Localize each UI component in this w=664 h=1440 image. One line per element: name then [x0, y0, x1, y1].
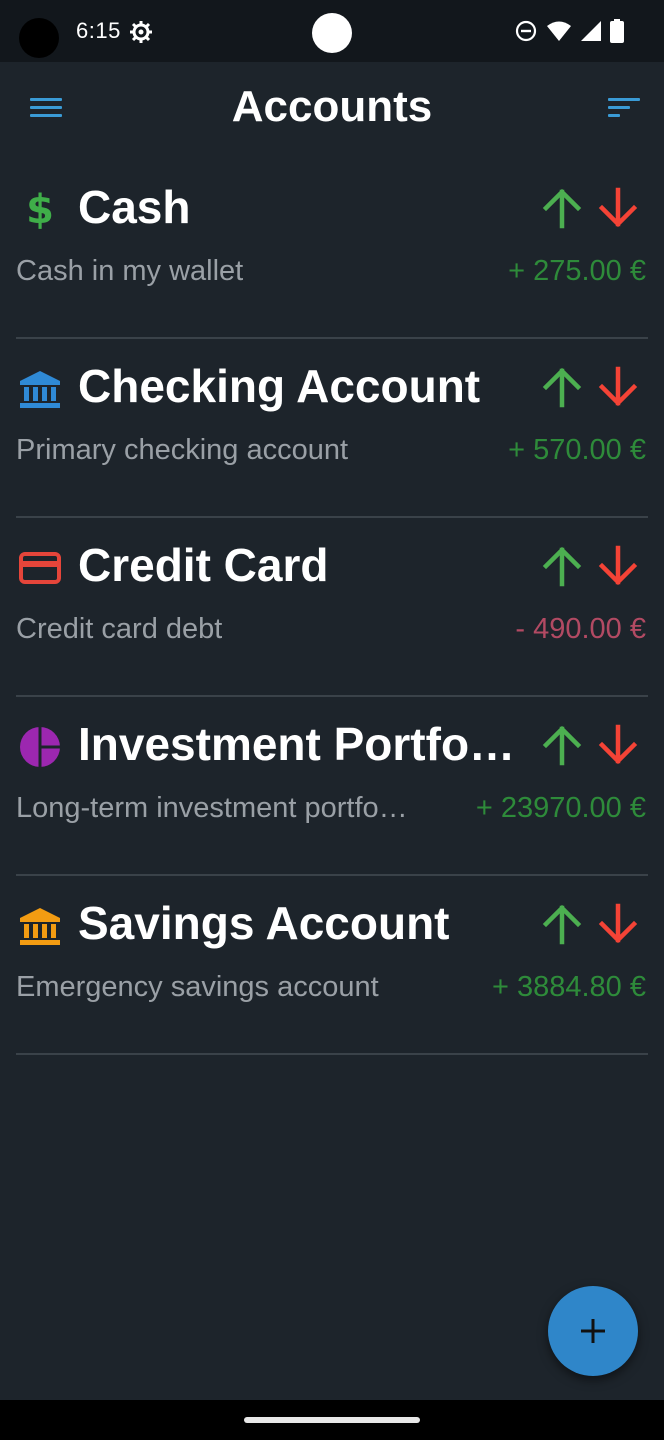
account-description: Primary checking account [16, 434, 349, 466]
status-icons [514, 19, 624, 43]
income-arrow-icon[interactable] [540, 902, 584, 946]
account-name: Cash [78, 181, 191, 233]
account-item-credit-card[interactable]: Credit Card Credit card debt - 490.00 € [16, 518, 648, 697]
add-account-button[interactable] [548, 1286, 638, 1376]
account-description: Emergency savings account [16, 971, 379, 1003]
account-balance: + 3884.80 € [491, 971, 646, 1003]
expense-arrow-icon[interactable] [596, 544, 640, 588]
account-list: $ Cash Cash in my wallet + 275.00 € Chec… [16, 160, 648, 1055]
gear-icon [130, 21, 152, 43]
pie-chart-icon [16, 725, 64, 769]
wifi-icon [547, 21, 571, 41]
income-arrow-icon[interactable] [540, 186, 584, 230]
account-name: Investment Portfol… [78, 718, 524, 770]
account-description: Cash in my wallet [16, 255, 244, 287]
system-nav-bar [0, 1400, 664, 1440]
account-balance: + 570.00 € [508, 434, 646, 466]
account-balance: + 275.00 € [508, 255, 646, 287]
account-name: Savings Account [78, 897, 450, 949]
account-balance: - 490.00 € [515, 613, 646, 645]
account-item-cash[interactable]: $ Cash Cash in my wallet + 275.00 € [16, 160, 648, 339]
expense-arrow-icon[interactable] [596, 902, 640, 946]
expense-arrow-icon[interactable] [596, 365, 640, 409]
front-camera [19, 18, 59, 58]
account-item-savings[interactable]: Savings Account Emergency savings accoun… [16, 876, 648, 1055]
account-balance: + 23970.00 € [475, 792, 646, 824]
credit-card-icon [16, 546, 64, 590]
bank-icon [16, 904, 64, 948]
account-name: Checking Account [78, 360, 481, 412]
home-indicator[interactable] [244, 1417, 420, 1423]
plus-icon [581, 1319, 605, 1343]
sort-icon[interactable] [608, 98, 640, 122]
dnd-icon [515, 20, 537, 42]
account-description: Long-term investment portfo… [16, 792, 408, 824]
dollar-icon: $ [26, 187, 54, 233]
page-title: Accounts [231, 82, 433, 131]
status-bar: 6:15 [0, 0, 664, 62]
bank-icon [16, 367, 64, 411]
account-name: Credit Card [78, 539, 329, 591]
signal-icon [581, 21, 601, 41]
expense-arrow-icon[interactable] [596, 186, 640, 230]
income-arrow-icon[interactable] [540, 544, 584, 588]
account-description: Credit card debt [16, 613, 223, 645]
app-bar: Accounts [0, 62, 664, 158]
account-item-checking[interactable]: Checking Account Primary checking accoun… [16, 339, 648, 518]
camera-cutout [312, 13, 352, 53]
income-arrow-icon[interactable] [540, 365, 584, 409]
battery-icon [610, 19, 624, 43]
status-time: 6:15 [76, 18, 121, 43]
expense-arrow-icon[interactable] [596, 723, 640, 767]
account-item-investment[interactable]: Investment Portfol… Long-term investment… [16, 697, 648, 876]
income-arrow-icon[interactable] [540, 723, 584, 767]
